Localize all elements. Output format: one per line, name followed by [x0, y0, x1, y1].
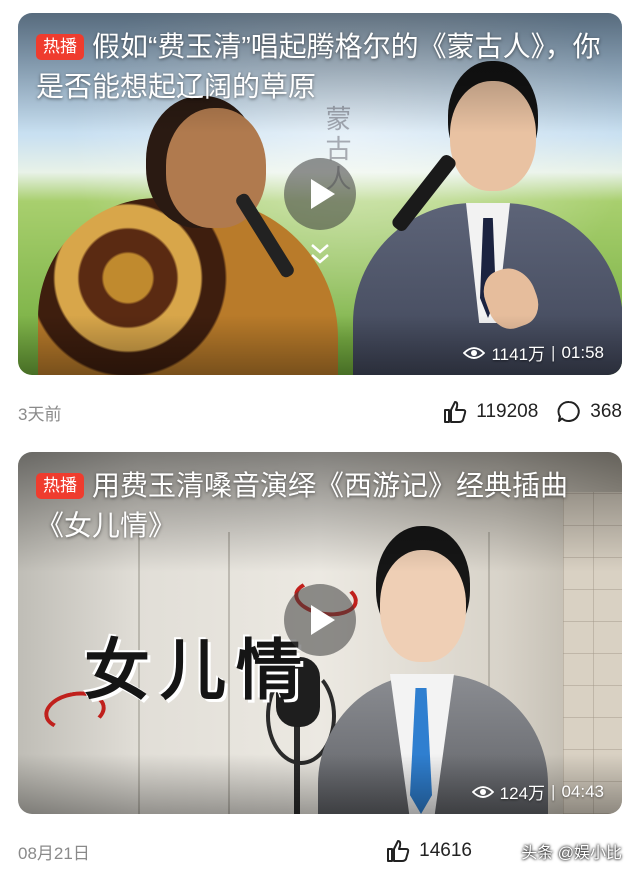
thumbs-up-icon [444, 401, 467, 423]
like-button[interactable]: 119208 [442, 399, 538, 425]
video-title-text: 用费玉清嗓音演绎《西游记》经典插曲《女儿情》 [36, 470, 569, 541]
video-title[interactable]: 热播 假如“费玉清”唱起腾格尔的《蒙古人》，你是否能想起辽阔的草原 [36, 27, 604, 107]
play-button[interactable] [284, 584, 356, 656]
play-icon [311, 605, 335, 635]
video-meta: 1141万 | 01:58 [463, 340, 604, 365]
video-card-1[interactable]: 蒙古人 热播 假如“费玉清”唱起腾格尔的《蒙古人》，你是否能想起辽阔的草原 114… [18, 13, 622, 375]
video-title-text: 假如“费玉清”唱起腾格尔的《蒙古人》，你是否能想起辽阔的草原 [36, 31, 601, 102]
eye-icon [463, 346, 486, 359]
hot-badge: 热播 [36, 34, 84, 60]
comment-count: 368 [590, 401, 622, 422]
view-count: 1141万 [491, 345, 546, 364]
publish-date: 08月21日 [18, 843, 90, 863]
thumbs-up-icon [387, 840, 410, 862]
meta-separator: | [551, 342, 556, 362]
watermark: 头条 @娱小比 [521, 845, 622, 862]
thumbnail-art-text: 女儿情 [84, 631, 312, 709]
play-button[interactable] [284, 158, 356, 230]
like-count: 119208 [476, 401, 539, 422]
like-count: 14616 [419, 840, 472, 861]
eye-icon [471, 785, 494, 798]
comment-bubble-icon [557, 401, 581, 422]
view-count: 124万 [499, 784, 546, 803]
hot-badge: 热播 [36, 473, 84, 499]
meta-separator: | [551, 781, 556, 801]
video-title[interactable]: 热播 用费玉清嗓音演绎《西游记》经典插曲《女儿情》 [36, 466, 604, 546]
video-duration: 01:58 [561, 342, 604, 362]
video-card-2[interactable]: 女儿情 热播 用费玉清嗓音演绎《西游记》经典插曲《女儿情》 124万 | 04:4… [18, 452, 622, 814]
like-button[interactable]: 14616 [385, 838, 472, 864]
play-icon [311, 179, 335, 209]
stats-row-1: 3天前 119208 368 [18, 397, 622, 427]
publish-date: 3天前 [18, 404, 62, 424]
chevron-double-down-icon [311, 244, 329, 264]
video-meta: 124万 | 04:43 [471, 779, 604, 804]
video-duration: 04:43 [561, 781, 604, 801]
comment-button[interactable]: 368 [556, 399, 622, 425]
